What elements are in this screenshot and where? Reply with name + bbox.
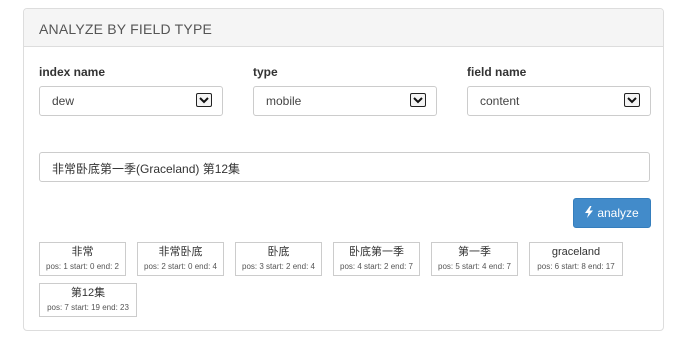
index-name-label: index name	[39, 65, 106, 79]
token-meta: pos: 5 start: 4 end: 7	[438, 262, 511, 271]
index-name-select[interactable]: dew	[39, 86, 223, 116]
token-item: 非常 pos: 1 start: 0 end: 2	[39, 242, 126, 276]
token-term: 第12集	[70, 287, 106, 299]
analyze-text-input[interactable]: 非常卧底第一季(Graceland) 第12集	[39, 152, 650, 182]
token-item: 第12集 pos: 7 start: 19 end: 23	[39, 283, 137, 317]
token-meta: pos: 4 start: 2 end: 7	[340, 262, 413, 271]
token-item: 卧底 pos: 3 start: 2 end: 4	[235, 242, 322, 276]
token-term: graceland	[551, 246, 601, 258]
analyze-button-label: analyze	[597, 206, 639, 220]
token-meta: pos: 3 start: 2 end: 4	[242, 262, 315, 271]
token-item: 第一季 pos: 5 start: 4 end: 7	[431, 242, 518, 276]
field-name-value: content	[480, 94, 520, 108]
token-item: 卧底第一季 pos: 4 start: 2 end: 7	[333, 242, 420, 276]
type-value: mobile	[266, 94, 302, 108]
token-term: 第一季	[458, 246, 491, 258]
token-item: graceland pos: 6 start: 8 end: 17	[529, 242, 623, 276]
type-select[interactable]: mobile	[253, 86, 437, 116]
token-meta: pos: 7 start: 19 end: 23	[47, 303, 129, 312]
token-term: 非常卧底	[158, 246, 203, 258]
analyze-panel: ANALYZE BY FIELD TYPE index name dew typ…	[23, 8, 664, 331]
token-term: 非常	[71, 246, 94, 258]
chevron-down-icon[interactable]	[624, 93, 640, 107]
token-item: 非常卧底 pos: 2 start: 0 end: 4	[137, 242, 224, 276]
token-term: 卧底	[267, 246, 290, 258]
token-meta: pos: 1 start: 0 end: 2	[46, 262, 119, 271]
token-meta: pos: 6 start: 8 end: 17	[537, 262, 615, 271]
panel-title: ANALYZE BY FIELD TYPE	[24, 9, 663, 47]
analyze-button[interactable]: analyze	[573, 198, 651, 228]
type-label: type	[253, 65, 278, 79]
index-name-value: dew	[52, 94, 75, 108]
chevron-down-icon[interactable]	[410, 93, 426, 107]
chevron-down-icon[interactable]	[196, 93, 212, 107]
token-term: 卧底第一季	[349, 246, 404, 258]
field-name-select[interactable]: content	[467, 86, 651, 116]
token-meta: pos: 2 start: 0 end: 4	[144, 262, 217, 271]
field-name-label: field name	[467, 65, 527, 79]
bolt-icon	[585, 205, 594, 221]
analyze-text-value: 非常卧底第一季(Graceland) 第12集	[52, 162, 241, 176]
